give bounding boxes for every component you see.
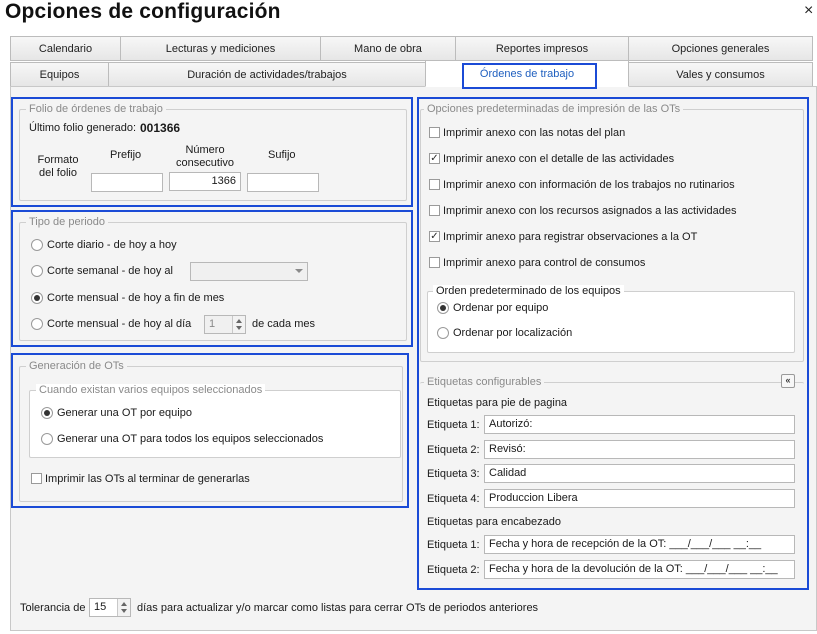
- periodo-group-label: Tipo de periodo: [26, 216, 109, 228]
- spin-up-icon: [236, 319, 242, 323]
- radio-label: Corte diario - de hoy a hoy: [47, 239, 177, 251]
- radio-ordenar-localizacion[interactable]: [437, 327, 449, 339]
- radio-label: Corte semanal - de hoy al: [47, 265, 173, 277]
- prefix-label: Prefijo: [110, 149, 142, 161]
- last-folio-label: Último folio generado:: [29, 122, 137, 134]
- pie-input-3[interactable]: Calidad: [484, 464, 795, 483]
- radio-corte-mensual-dia[interactable]: [31, 318, 43, 330]
- last-folio-value: 001366: [140, 121, 181, 135]
- generacion-group-label: Generación de OTs: [26, 360, 127, 372]
- orden-equipos-label: Orden predeterminado de los equipos: [433, 285, 624, 297]
- spin-buttons[interactable]: [117, 599, 130, 616]
- tab-duracion-actividades[interactable]: Duración de actividades/trabajos: [108, 62, 426, 87]
- suffix-input[interactable]: [247, 173, 319, 192]
- checkbox-detalle-actividades[interactable]: ✓: [429, 153, 440, 164]
- radio-label: Corte mensual - de hoy al día: [47, 318, 192, 330]
- radio-label: Generar una OT para todos los equipos se…: [57, 433, 324, 445]
- radio-label: Generar una OT por equipo: [57, 407, 192, 419]
- tolerancia-label: Tolerancia de: [20, 602, 86, 614]
- radio-label: Ordenar por equipo: [453, 302, 549, 314]
- tab-mano-de-obra[interactable]: Mano de obra: [320, 36, 456, 61]
- close-icon[interactable]: ×: [804, 2, 813, 20]
- tab-equipos[interactable]: Equipos: [10, 62, 109, 87]
- radio-corte-semanal[interactable]: [31, 265, 43, 277]
- pie-label-4: Etiqueta 4:: [427, 493, 480, 505]
- format-label: Formato del folio: [37, 154, 79, 179]
- etiquetas-group-label: Etiquetas configurables: [424, 376, 545, 388]
- radio-corte-diario[interactable]: [31, 239, 43, 251]
- radio-ordenar-equipo[interactable]: [437, 302, 449, 314]
- suffix-label: Sufijo: [268, 149, 296, 161]
- spin-down-icon: [121, 609, 127, 613]
- pie-section-label: Etiquetas para pie de pagina: [427, 397, 568, 409]
- pie-label-3: Etiqueta 3:: [427, 468, 480, 480]
- varios-equipos-group: [29, 390, 401, 458]
- checkbox-label: Imprimir anexo con información de los tr…: [443, 179, 735, 191]
- tolerancia-suffix: días para actualizar y/o marcar como lis…: [137, 602, 539, 614]
- checkbox-label: Imprimir las OTs al terminar de generarl…: [45, 473, 250, 485]
- pie-input-4[interactable]: Produccion Libera: [484, 489, 795, 508]
- tolerancia-stepper[interactable]: 15: [89, 598, 131, 617]
- checkbox-label: Imprimir anexo con las notas del plan: [443, 127, 626, 139]
- enc-input-1[interactable]: Fecha y hora de recepción de la OT: ___/…: [484, 535, 795, 554]
- spin-buttons[interactable]: [232, 316, 245, 333]
- tab-reportes-impresos[interactable]: Reportes impresos: [455, 36, 629, 61]
- collapse-icon[interactable]: «: [781, 374, 795, 388]
- varios-equipos-label: Cuando existan varios equipos selecciona…: [36, 384, 266, 396]
- folio-group-label: Folio de órdenes de trabajo: [26, 103, 166, 115]
- day-stepper[interactable]: 1: [204, 315, 246, 334]
- tab-ordenes-de-trabajo[interactable]: Órdenes de trabajo: [425, 60, 629, 89]
- tab-calendario[interactable]: Calendario: [10, 36, 121, 61]
- checkbox-trabajos-no-rutinarios[interactable]: [429, 179, 440, 190]
- radio-ot-todos[interactable]: [41, 433, 53, 445]
- orden-equipos-group: [427, 291, 795, 353]
- radio-ot-por-equipo[interactable]: [41, 407, 53, 419]
- checkbox-label: Imprimir anexo con los recursos asignado…: [443, 205, 737, 217]
- spin-down-icon: [236, 326, 242, 330]
- pie-label-1: Etiqueta 1:: [427, 419, 480, 431]
- enc-input-2[interactable]: Fecha y hora de la devolución de la OT: …: [484, 560, 795, 579]
- checkbox-observaciones[interactable]: ✓: [429, 231, 440, 242]
- tab-vales-consumos[interactable]: Vales y consumos: [628, 62, 813, 87]
- pie-input-1[interactable]: Autorizó:: [484, 415, 795, 434]
- weekday-dropdown[interactable]: [190, 262, 308, 281]
- number-input[interactable]: 1366: [169, 172, 241, 191]
- window-title: Opciones de configuración: [5, 0, 281, 23]
- day-suffix-label: de cada mes: [252, 318, 315, 330]
- checkbox-notas-plan[interactable]: [429, 127, 440, 138]
- chevron-down-icon: [295, 269, 303, 273]
- checkbox-label: Imprimir anexo para registrar observacio…: [443, 231, 698, 243]
- tab-lecturas-mediciones[interactable]: Lecturas y mediciones: [120, 36, 321, 61]
- tab-opciones-generales[interactable]: Opciones generales: [628, 36, 813, 61]
- prefix-input[interactable]: [91, 173, 163, 192]
- impresion-group-label: Opciones predeterminadas de impresión de…: [424, 103, 684, 115]
- spin-up-icon: [121, 602, 127, 606]
- pie-input-2[interactable]: Revisó:: [484, 440, 795, 459]
- radio-label: Ordenar por localización: [453, 327, 573, 339]
- enc-label-2: Etiqueta 2:: [427, 564, 480, 576]
- checkbox-control-consumos[interactable]: [429, 257, 440, 268]
- checkbox-label: Imprimir anexo para control de consumos: [443, 257, 646, 269]
- radio-corte-mensual-fin[interactable]: [31, 292, 43, 304]
- number-label: Número consecutivo: [175, 144, 235, 169]
- enc-label-1: Etiqueta 1:: [427, 539, 480, 551]
- checkbox-label: Imprimir anexo con el detalle de las act…: [443, 153, 675, 165]
- radio-label: Corte mensual - de hoy a fin de mes: [47, 292, 225, 304]
- highlight-box: [462, 63, 597, 89]
- pie-label-2: Etiqueta 2:: [427, 444, 480, 456]
- checkbox-imprimir-ots[interactable]: [31, 473, 42, 484]
- etiquetas-group: [420, 382, 804, 587]
- checkbox-recursos-asignados[interactable]: [429, 205, 440, 216]
- encabezado-section-label: Etiquetas para encabezado: [427, 516, 561, 528]
